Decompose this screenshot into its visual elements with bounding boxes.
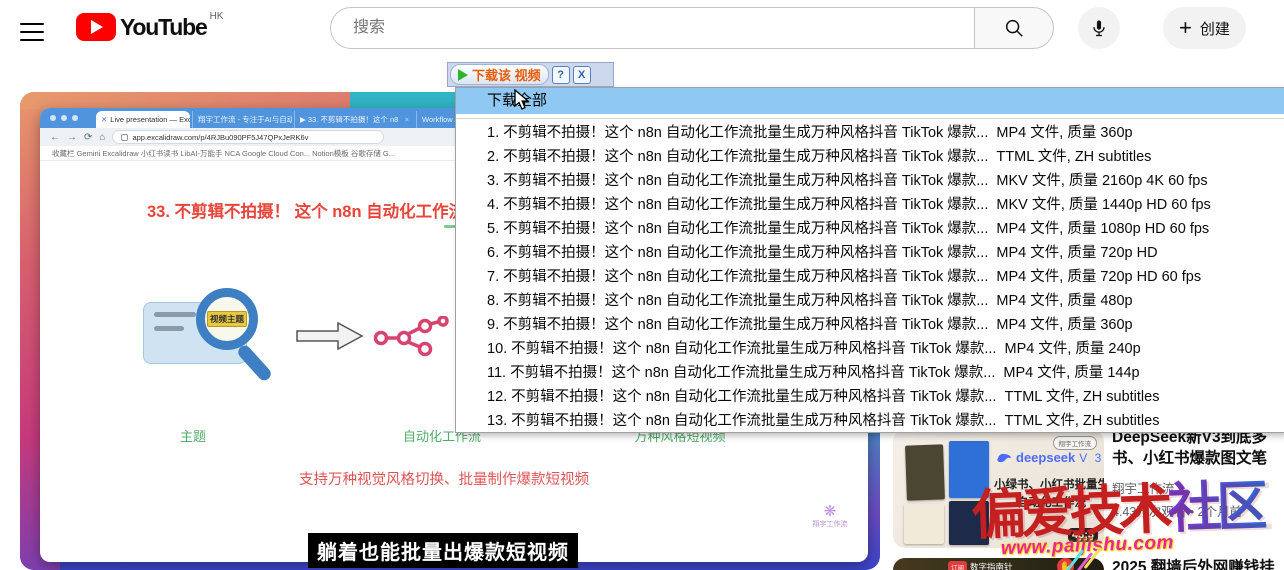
book-cover (949, 441, 989, 498)
book-cover (905, 444, 945, 500)
microphone-icon (1089, 18, 1109, 38)
video-tab: 翔宇工作流 - 专注于AI与自动 × (192, 111, 292, 128)
download-menu-item[interactable]: 10. 不剪辑不拍摄！这个 n8n 自动化工作流批量生成万种风格抖音 TikTo… (456, 337, 1284, 361)
download-menu-item[interactable]: 9. 不剪辑不拍摄！这个 n8n 自动化工作流批量生成万种风格抖音 TikTok… (456, 313, 1284, 337)
youtube-header: YouTube HK + 创建 (0, 0, 1284, 56)
channel-name[interactable]: 翔宇工作流 (1112, 478, 1284, 497)
back-icon: ← (50, 132, 60, 143)
search-input[interactable] (351, 18, 916, 38)
thumbnail-text: 自动化工作流 (1017, 494, 1086, 510)
reload-icon: ⟳ (84, 132, 92, 143)
suggested-video-meta[interactable]: DeepSeek新V3到底多 书、小红书爆款图文笔 翔宇工作流 4.43万次观看… (1112, 427, 1284, 520)
video-subtitle: 躺着也能批量出爆款短视频 (308, 533, 578, 568)
deepseek-wordmark: deepseek (1016, 450, 1075, 465)
tab-label: Live presentation — Exca (110, 115, 190, 124)
home-icon: ⌂ (99, 132, 105, 143)
book-cover (949, 501, 989, 545)
hamburger-menu-icon[interactable] (20, 17, 44, 37)
video-title-line: 书、小红书爆款图文笔 (1112, 448, 1284, 469)
deepseek-whale-icon (996, 452, 1012, 464)
create-button[interactable]: + 创建 (1163, 7, 1246, 49)
youtube-logo[interactable]: YouTube HK (76, 13, 223, 41)
search-bar (330, 7, 1054, 49)
play-triangle-icon (458, 69, 468, 81)
suggested-video-thumbnail[interactable]: 订阅 数字指南针 ✋ (893, 558, 1104, 570)
tab-close-icon: × (405, 115, 409, 124)
help-button[interactable]: ? (552, 66, 570, 84)
create-label: 创建 (1200, 18, 1230, 39)
suggested-video-title[interactable]: 2025 翻墙后外网赚钱挂 (1112, 555, 1284, 570)
arrow-illustration (296, 322, 364, 350)
youtube-wordmark: YouTube (120, 13, 207, 41)
download-menu-item[interactable]: 3. 不剪辑不拍摄！这个 n8n 自动化工作流批量生成万种风格抖音 TikTok… (456, 169, 1284, 193)
tab-label: 翔宇工作流 - 专注于AI与自动 (198, 114, 292, 125)
download-menu-item[interactable]: 6. 不剪辑不拍摄！这个 n8n 自动化工作流批量生成万种风格抖音 TikTok… (456, 241, 1284, 265)
site-info-icon (121, 134, 128, 141)
address-bar: app.excalidraw.com/p/4RJBu090PF5J47QPxJe… (112, 130, 384, 144)
download-all-item[interactable]: 下载全部 (456, 88, 1284, 114)
video-tab: ▶ 33. 不剪辑不拍摄！这个 n8 × (294, 111, 414, 128)
plus-icon: + (1179, 17, 1192, 39)
book-cover (904, 504, 944, 544)
thumbnail-channel-tag: 翔宇工作流 (1053, 436, 1098, 450)
search-box[interactable] (330, 7, 974, 49)
deepseek-brand: deepseek V 3 (996, 450, 1103, 465)
download-video-button[interactable]: 下载该 视频 (450, 64, 549, 85)
download-menu-item[interactable]: 11. 不剪辑不拍摄！这个 n8n 自动化工作流批量生成万种风格抖音 TikTo… (456, 361, 1284, 385)
video-tab-active: ✕ Live presentation — Exca × (96, 111, 190, 128)
lens-label: 视频主题 (207, 311, 247, 327)
download-menu-item[interactable]: 12. 不剪辑不拍摄！这个 n8n 自动化工作流批量生成万种风格抖音 TikTo… (456, 385, 1284, 409)
video-tagline: 支持万种视觉风格切换、批量制作爆款短视频 (284, 468, 604, 489)
region-badge: HK (210, 11, 224, 22)
url-text: app.excalidraw.com/p/4RJBu090PF5J47QPxJe… (132, 133, 308, 142)
deepseek-version: V 3 (1079, 451, 1103, 465)
download-menu-item[interactable]: 13. 不剪辑不拍摄！这个 n8n 自动化工作流批量生成万种风格抖音 TikTo… (456, 409, 1284, 433)
download-video-label: 下载该 视频 (472, 65, 541, 84)
traffic-lights-icon (50, 115, 78, 121)
youtube-play-icon (76, 13, 116, 41)
download-menu-item[interactable]: 4. 不剪辑不拍摄！这个 n8n 自动化工作流批量生成万种风格抖音 TikTok… (456, 193, 1284, 217)
stop-hand-icon: ✋ (1057, 558, 1074, 570)
magnifier-illustration: 视频主题 (196, 288, 258, 350)
close-button[interactable]: X (573, 66, 591, 84)
voice-search-button[interactable] (1078, 7, 1120, 49)
video-slide-title: 33. 不剪辑不拍摄！ 这个 n8n 自动化工作流批量生成 (147, 198, 473, 222)
subscribe-badge: 订阅 (948, 561, 967, 570)
thumbnail-text: 小绿书、小红书批量生成 (994, 476, 1104, 492)
search-icon (1003, 17, 1025, 39)
n8n-nodes-icon (372, 316, 456, 358)
youtube-page: ✕ Live presentation — Exca × 翔宇工作流 - 专注于… (0, 0, 1284, 570)
download-menu-item[interactable]: 8. 不剪辑不拍摄！这个 n8n 自动化工作流批量生成万种风格抖音 TikTok… (456, 289, 1284, 313)
download-extension-bar: 下载该 视频 ? X (447, 62, 614, 87)
channel-watermark: ❋ 翔宇工作流 (808, 504, 852, 529)
search-button[interactable] (974, 7, 1054, 49)
download-menu-item[interactable]: 1. 不剪辑不拍摄！这个 n8n 自动化工作流批量生成万种风格抖音 TikTok… (456, 121, 1284, 145)
download-menu: 下载全部 1. 不剪辑不拍摄！这个 n8n 自动化工作流批量生成万种风格抖音 T… (455, 87, 1284, 433)
wallpaper-top-corner (20, 92, 350, 109)
suggested-video-thumbnail[interactable]: deepseek V 3 小绿书、小红书批量生成 自动化工作流 翔宇工作流 43… (893, 430, 1104, 548)
menu-separator (456, 114, 1284, 119)
excalidraw-icon: ✕ (101, 115, 107, 124)
channel-watermark-text: 翔宇工作流 (808, 519, 852, 529)
tab-label: ▶ 33. 不剪辑不拍摄！这个 n8 (300, 114, 398, 125)
download-menu-item[interactable]: 7. 不剪辑不拍摄！这个 n8n 自动化工作流批量生成万种风格抖音 TikTok… (456, 265, 1284, 289)
thumbnail-text: 数字指南针 (970, 561, 1013, 570)
download-menu-item[interactable]: 2. 不剪辑不拍摄！这个 n8n 自动化工作流批量生成万种风格抖音 TikTok… (456, 145, 1284, 169)
download-menu-item[interactable]: 5. 不剪辑不拍摄！这个 n8n 自动化工作流批量生成万种风格抖音 TikTok… (456, 217, 1284, 241)
forward-icon: → (67, 132, 77, 143)
duration-badge: 43:3 (1068, 528, 1098, 542)
video-stats: 4.43万次观看 • 2个月前 (1112, 501, 1284, 520)
flower-icon: ❋ (808, 504, 852, 519)
step-label-topic: 主题 (163, 426, 223, 445)
